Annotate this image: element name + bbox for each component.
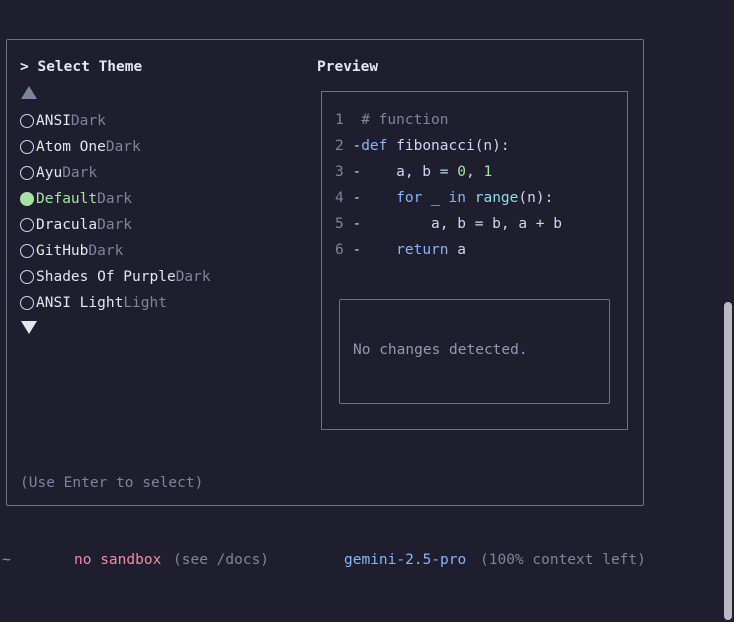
diff-marker: - [352, 216, 362, 232]
theme-name: GitHub [36, 243, 89, 259]
theme-option[interactable]: ANSI Dark [20, 108, 211, 134]
diff-marker: - [352, 138, 362, 154]
radio-icon [20, 296, 34, 310]
code-token: 1 [483, 164, 493, 180]
diff-panel: No changes detected. [339, 299, 610, 404]
theme-option[interactable]: Atom One Dark [20, 134, 211, 160]
theme-option[interactable]: ANSI Light Light [20, 290, 211, 316]
theme-variant: Dark [88, 243, 124, 259]
theme-name: Shades Of Purple [36, 269, 176, 285]
status-bar: ~ no sandbox (see /docs) gemini-2.5-pro … [0, 552, 720, 572]
code-token: in [448, 190, 466, 206]
theme-list: ANSI Dark Atom One Dark Ayu Dark Default Da… [20, 108, 211, 316]
code-token: (n): [518, 190, 554, 206]
code-token: range [474, 190, 519, 206]
select-theme-title: > Select Theme [20, 59, 143, 75]
code-token: a, b = [361, 164, 458, 180]
sandbox-hint: (see /docs) [173, 552, 270, 568]
code-token: for [396, 190, 423, 206]
radio-icon [20, 244, 34, 258]
theme-variant: Dark [62, 165, 98, 181]
diff-marker [352, 112, 361, 128]
theme-option[interactable]: Shades Of Purple Dark [20, 264, 211, 290]
code-token: a [448, 242, 466, 258]
line-number: 3 [335, 164, 344, 180]
cwd-label: ~ [2, 552, 11, 568]
code-token: , [465, 164, 484, 180]
theme-variant: Dark [175, 269, 211, 285]
diff-marker: - [352, 164, 362, 180]
theme-variant: Dark [105, 139, 141, 155]
scroll-up-icon[interactable] [21, 86, 37, 99]
theme-variant: Dark [70, 113, 106, 129]
scrollbar-thumb[interactable] [724, 302, 732, 620]
radio-selected-icon [20, 192, 34, 206]
code-line: 3 - a, b = 0, 1 [335, 159, 562, 185]
preview-title: Preview [317, 59, 379, 75]
code-token: 0 [457, 164, 466, 180]
radio-icon [20, 270, 34, 284]
model-name: gemini-2.5-pro [344, 552, 467, 568]
diff-marker: - [352, 190, 362, 206]
context-remaining: (100% context left) [480, 552, 646, 568]
theme-dialog: > Select Theme Preview ANSI Dark Atom One… [6, 39, 644, 506]
theme-name: Default [36, 191, 98, 207]
code-line: 4 - for _ in range(n): [335, 185, 562, 211]
line-number: 5 [335, 216, 344, 232]
scroll-down-icon[interactable] [21, 321, 37, 334]
theme-variant: Dark [97, 191, 133, 207]
code-token: return [396, 242, 449, 258]
radio-icon [20, 166, 34, 180]
code-line: 2 -def fibonacci(n): [335, 133, 562, 159]
theme-option[interactable]: GitHub Dark [20, 238, 211, 264]
preview-panel: 1 # function 2 -def fibonacci(n): 3 - a, b… [321, 91, 628, 430]
line-number: 6 [335, 242, 344, 258]
theme-name: Atom One [36, 139, 106, 155]
diff-marker: - [352, 242, 362, 258]
theme-option[interactable]: Dracula Dark [20, 212, 211, 238]
line-number: 1 [335, 112, 344, 128]
theme-variant: Light [123, 295, 167, 311]
radio-icon [20, 114, 34, 128]
radio-icon [20, 140, 34, 154]
code-line: 5 - a, b = b, a + b [335, 211, 562, 237]
line-number: 2 [335, 138, 344, 154]
code-token: _ [422, 190, 449, 206]
theme-name: Ayu [36, 165, 63, 181]
code-line: 1 # function [335, 107, 562, 133]
code-preview: 1 # function 2 -def fibonacci(n): 3 - a, b… [335, 107, 562, 263]
code-token: a, b = b, a + b [361, 216, 562, 232]
enter-hint: (Use Enter to select) [20, 475, 204, 491]
theme-variant: Dark [97, 217, 133, 233]
code-token: fibonacci(n): [387, 138, 510, 154]
theme-name: Dracula [36, 217, 98, 233]
line-number: 4 [335, 190, 344, 206]
theme-option[interactable]: Default Dark [20, 186, 211, 212]
theme-name: ANSI Light [36, 295, 124, 311]
theme-name: ANSI [36, 113, 71, 129]
sandbox-status: no sandbox [74, 552, 162, 568]
radio-icon [20, 218, 34, 232]
theme-option[interactable]: Ayu Dark [20, 160, 211, 186]
code-line: 6 - return a [335, 237, 562, 263]
code-token: def [361, 138, 388, 154]
diff-message: No changes detected. [353, 342, 528, 358]
code-token: # function [361, 112, 449, 128]
